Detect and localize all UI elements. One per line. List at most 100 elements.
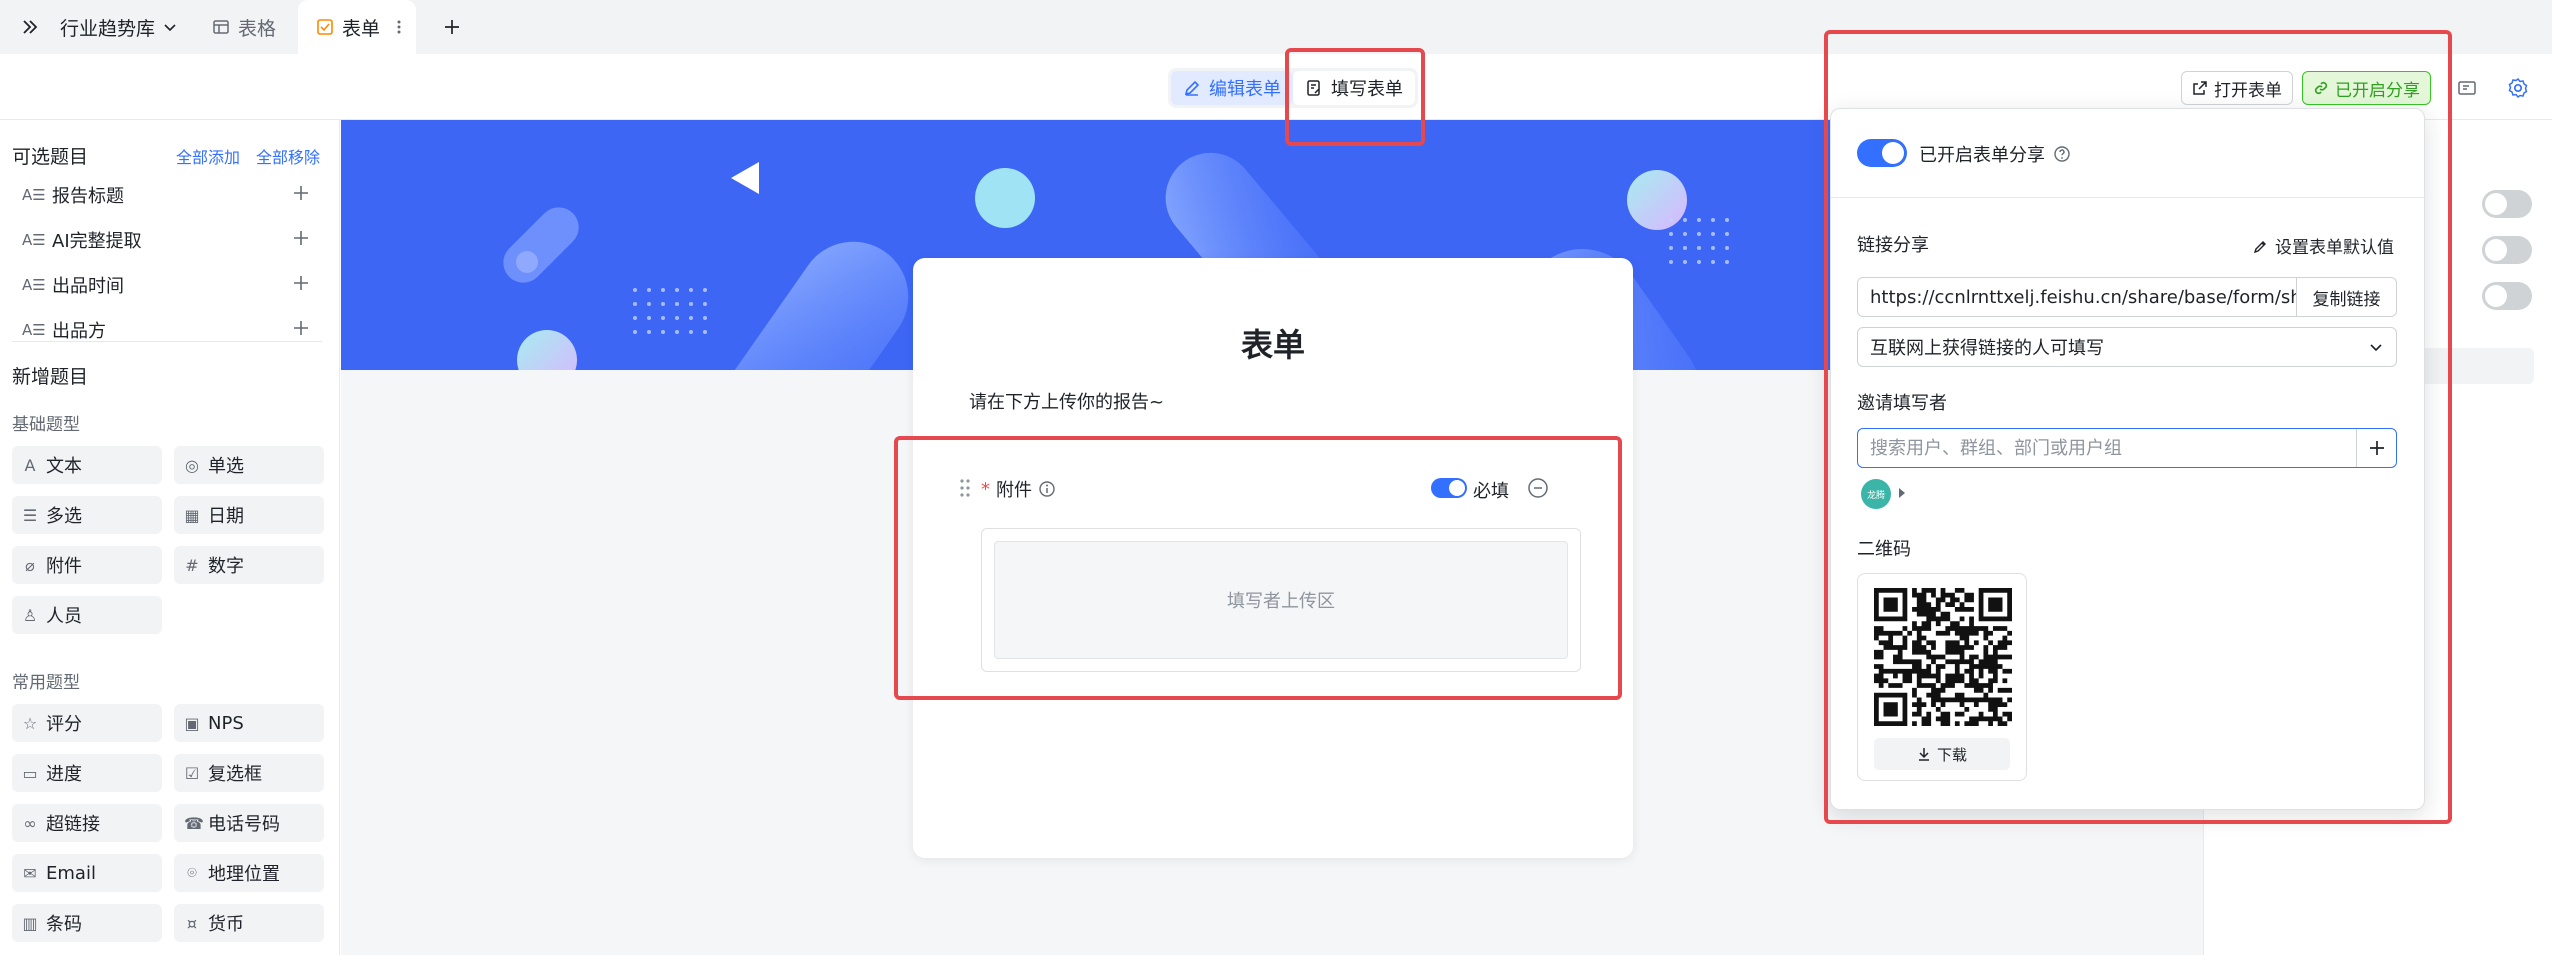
field-type-rating[interactable]: ☆ 评分 (12, 704, 162, 742)
field-type-phone[interactable]: ☎ 电话号码 (174, 804, 324, 842)
field-type-number[interactable]: # 数字 (174, 546, 324, 584)
available-question-item[interactable]: A☰ 出品时间 (22, 270, 312, 300)
highlight-attachment-field (894, 436, 1622, 700)
common-types-title: 常用题型 (12, 673, 80, 693)
currency-icon: ¤ (186, 913, 198, 933)
field-type-label: 人员 (46, 606, 82, 627)
field-type-label: 条码 (46, 914, 82, 935)
field-type-label: 附件 (46, 556, 82, 577)
hash-icon: # (185, 555, 199, 575)
setting-toggle[interactable] (2482, 190, 2532, 218)
field-type-date[interactable]: ▦ 日期 (174, 496, 324, 534)
available-questions-title: 可选题目 (12, 146, 89, 168)
more-vertical-icon[interactable] (396, 19, 402, 35)
remove-all-link[interactable]: 全部移除 (256, 144, 320, 168)
preview-button[interactable] (2456, 68, 2478, 108)
basic-types-title: 基础题型 (12, 415, 80, 435)
form-title[interactable]: 表单 (913, 320, 1633, 366)
field-type-label: 货币 (208, 914, 244, 935)
question-label: 出品时间 (52, 276, 124, 297)
plus-icon[interactable] (290, 182, 312, 204)
field-type-label: 电话号码 (208, 814, 280, 835)
field-type-barcode[interactable]: ▥ 条码 (12, 904, 162, 942)
tab-label: 表格 (238, 17, 277, 40)
add-view-button[interactable] (442, 0, 462, 54)
field-type-label: 多选 (46, 506, 82, 527)
field-type-checkbox[interactable]: ☑ 复选框 (174, 754, 324, 792)
form-icon (316, 18, 334, 36)
form-description[interactable]: 请在下方上传你的报告~ (969, 388, 1164, 414)
question-label: 出品方 (52, 321, 106, 342)
link-icon: ∞ (23, 813, 37, 833)
text-field-icon: A☰ (22, 231, 46, 249)
person-icon: ♙ (22, 605, 38, 625)
field-type-label: NPS (208, 712, 244, 734)
field-type-single-select[interactable]: ◎ 单选 (174, 446, 324, 484)
field-type-progress[interactable]: ▭ 进度 (12, 754, 162, 792)
new-questions-title: 新增题目 (12, 366, 89, 388)
text-field-icon: A☰ (22, 186, 46, 204)
field-type-label: 进度 (46, 764, 82, 785)
gear-icon (2506, 76, 2530, 100)
expand-sidebar-button[interactable] (20, 0, 40, 54)
nps-icon: ▣ (184, 713, 200, 733)
tab-form[interactable]: 表单 (298, 0, 416, 54)
field-type-location[interactable]: ⌾ 地理位置 (174, 854, 324, 892)
database-name: 行业趋势库 (60, 17, 156, 40)
table-icon (212, 18, 230, 36)
add-all-link[interactable]: 全部添加 (176, 144, 240, 168)
text-icon: A (24, 455, 36, 475)
question-label: 报告标题 (52, 186, 124, 207)
double-chevron-right-icon (20, 17, 40, 37)
pencil-icon (1183, 79, 1201, 97)
radio-icon: ◎ (185, 455, 199, 475)
field-type-nps[interactable]: ▣ NPS (174, 704, 324, 742)
plus-icon[interactable] (290, 317, 312, 339)
list-icon: ☰ (22, 505, 38, 525)
field-type-label: 超链接 (46, 814, 100, 835)
field-type-label: Email (46, 862, 96, 884)
setting-toggle[interactable] (2482, 282, 2532, 310)
field-type-label: 单选 (208, 456, 244, 477)
field-type-label: 地理位置 (208, 864, 280, 885)
tab-table[interactable]: 表格 (212, 0, 276, 54)
field-type-person[interactable]: ♙ 人员 (12, 596, 162, 634)
calendar-icon: ▦ (184, 505, 200, 525)
edit-form-button[interactable]: 编辑表单 (1171, 71, 1293, 105)
star-icon: ☆ (22, 713, 38, 733)
chevron-down-icon (163, 20, 177, 34)
field-type-label: 复选框 (208, 764, 262, 785)
available-question-item[interactable]: A☰ 报告标题 (22, 180, 312, 210)
preview-icon (2456, 77, 2478, 99)
field-type-label: 评分 (46, 714, 82, 735)
highlight-fill-form (1285, 48, 1425, 146)
field-type-label: 文本 (46, 456, 82, 477)
plus-icon[interactable] (290, 227, 312, 249)
edit-form-label: 编辑表单 (1209, 79, 1281, 100)
checkbox-icon: ☑ (184, 763, 200, 783)
field-type-currency[interactable]: ¤ 货币 (174, 904, 324, 942)
database-switcher[interactable]: 行业趋势库 (60, 0, 177, 54)
tab-label: 表单 (342, 17, 381, 40)
plus-icon (442, 17, 462, 37)
available-question-item[interactable]: A☰ AI完整提取 (22, 225, 312, 255)
plus-icon[interactable] (290, 272, 312, 294)
barcode-icon: ▥ (22, 913, 38, 933)
field-type-text[interactable]: A 文本 (12, 446, 162, 484)
field-type-label: 数字 (208, 556, 244, 577)
highlight-share-popup (1824, 30, 2452, 824)
text-field-icon: A☰ (22, 276, 46, 294)
settings-button[interactable] (2506, 68, 2530, 108)
field-type-hyperlink[interactable]: ∞ 超链接 (12, 804, 162, 842)
field-type-attachment[interactable]: ⌀ 附件 (12, 546, 162, 584)
field-type-email[interactable]: ✉ Email (12, 854, 162, 892)
mail-icon: ✉ (23, 863, 37, 883)
question-panel: 可选题目 全部添加 全部移除 A☰ 报告标题 A☰ AI完整提取 A☰ 出品时间… (0, 120, 340, 955)
location-pin-icon: ⌾ (187, 863, 197, 882)
field-type-multi-select[interactable]: ☰ 多选 (12, 496, 162, 534)
paperclip-icon: ⌀ (25, 555, 35, 575)
setting-toggle[interactable] (2482, 236, 2532, 264)
question-label: AI完整提取 (52, 231, 142, 252)
phone-icon: ☎ (184, 813, 204, 833)
progress-icon: ▭ (22, 763, 38, 783)
